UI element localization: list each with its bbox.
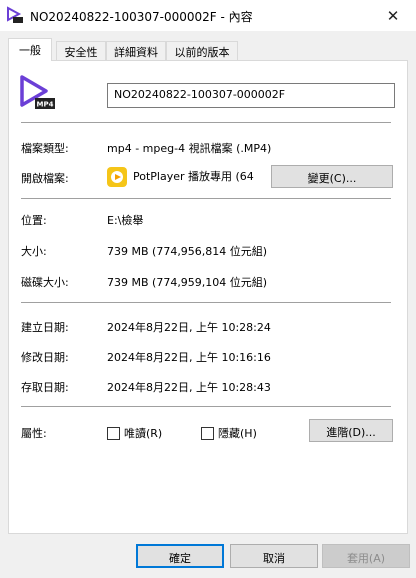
tab-general[interactable]: 一般 bbox=[8, 38, 52, 61]
accessed-label: 存取日期: bbox=[21, 381, 69, 394]
mp4-file-icon bbox=[7, 6, 23, 23]
readonly-checkbox-box[interactable] bbox=[107, 426, 120, 440]
cancel-button[interactable]: 取消 bbox=[230, 544, 318, 568]
readonly-checkbox[interactable]: 唯讀(R) bbox=[107, 425, 162, 441]
general-panel: MP4 NO20240822-100307-000002F 檔案類型: mp4 … bbox=[8, 60, 408, 534]
potplayer-icon bbox=[107, 167, 127, 187]
file-name-field[interactable]: NO20240822-100307-000002F bbox=[107, 83, 395, 108]
readonly-checkbox-label: 唯讀(R) bbox=[124, 427, 163, 440]
hidden-checkbox-label: 隱藏(H) bbox=[218, 427, 257, 440]
separator bbox=[21, 302, 391, 303]
location-label: 位置: bbox=[21, 214, 47, 227]
file-icon-badge: MP4 bbox=[37, 101, 54, 109]
title-bar: NO20240822-100307-000002F - 內容 ✕ bbox=[0, 0, 416, 31]
hidden-checkbox-box[interactable] bbox=[201, 426, 214, 440]
opens-with-value: PotPlayer 播放專用 (64 bbox=[133, 170, 254, 183]
advanced-button[interactable]: 進階(D)... bbox=[309, 419, 393, 442]
tab-security[interactable]: 安全性 bbox=[56, 41, 106, 60]
tab-previous-versions[interactable]: 以前的版本 bbox=[166, 41, 238, 60]
ok-button[interactable]: 確定 bbox=[136, 544, 224, 568]
size-on-disk-value: 739 MB (774,959,104 位元組) bbox=[107, 276, 268, 289]
created-label: 建立日期: bbox=[21, 321, 69, 334]
separator bbox=[21, 122, 391, 123]
separator bbox=[21, 406, 391, 407]
location-value: E:\檢舉 bbox=[107, 214, 144, 227]
close-icon: ✕ bbox=[386, 6, 400, 25]
change-button[interactable]: 變更(C)... bbox=[271, 165, 393, 188]
created-value: 2024年8月22日, 上午 10:28:24 bbox=[107, 321, 271, 334]
file-type-label: 檔案類型: bbox=[21, 142, 69, 155]
close-button[interactable]: ✕ bbox=[370, 0, 416, 31]
separator bbox=[21, 198, 391, 199]
size-label: 大小: bbox=[21, 245, 47, 258]
modified-label: 修改日期: bbox=[21, 351, 69, 364]
size-on-disk-label: 磁碟大小: bbox=[21, 276, 69, 289]
modified-value: 2024年8月22日, 上午 10:16:16 bbox=[107, 351, 271, 364]
tab-details[interactable]: 詳細資料 bbox=[106, 41, 166, 60]
opens-with-label: 開啟檔案: bbox=[21, 172, 69, 185]
accessed-value: 2024年8月22日, 上午 10:28:43 bbox=[107, 381, 271, 394]
window-title: NO20240822-100307-000002F - 內容 bbox=[30, 10, 253, 24]
apply-button[interactable]: 套用(A) bbox=[322, 544, 410, 568]
attributes-label: 屬性: bbox=[21, 427, 47, 440]
file-type-value: mp4 - mpeg-4 視訊檔案 (.MP4) bbox=[107, 142, 272, 155]
size-value: 739 MB (774,956,814 位元組) bbox=[107, 245, 268, 258]
hidden-checkbox[interactable]: 隱藏(H) bbox=[201, 425, 257, 441]
mp4-file-icon: MP4 bbox=[20, 75, 55, 109]
